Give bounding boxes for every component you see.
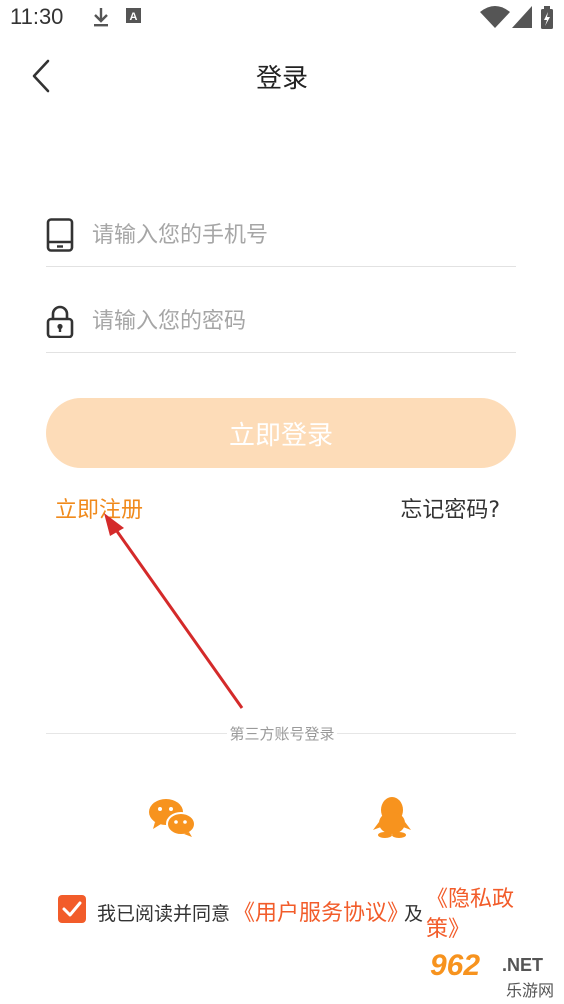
user-agreement-link[interactable]: 《用户服务协议》 <box>233 895 409 927</box>
agreement-and-text: 及 <box>404 903 424 925</box>
phone-input[interactable] <box>90 214 514 256</box>
watermark-logo: 962 .NET 乐游网 <box>426 949 560 1000</box>
password-input[interactable] <box>90 300 514 342</box>
download-icon <box>94 8 108 27</box>
watermark-net: .NET <box>502 955 544 975</box>
keyboard-a-icon: A <box>126 8 141 23</box>
login-button[interactable]: 立即登录 <box>46 398 516 468</box>
third-party-label: 第三方账号登录 <box>0 723 564 744</box>
privacy-policy-link[interactable]: 《隐私政 <box>426 881 514 913</box>
lock-icon <box>46 305 74 338</box>
watermark-site: 乐游网 <box>506 981 555 1000</box>
agreement-text: 我已阅读并同意 <box>97 903 231 925</box>
checkmark-icon <box>62 901 82 917</box>
phone-icon <box>46 218 74 252</box>
password-field <box>46 292 516 353</box>
qq-icon[interactable] <box>372 796 412 838</box>
phone-field <box>46 206 516 267</box>
status-time: 11:30 <box>10 4 64 29</box>
agreement-checkbox[interactable] <box>58 895 86 923</box>
signal-icon <box>512 6 532 28</box>
wifi-icon <box>480 6 510 28</box>
svg-text:A: A <box>130 11 138 23</box>
wechat-icon[interactable] <box>148 798 196 838</box>
register-link[interactable]: 立即注册 <box>55 492 143 524</box>
privacy-policy-link-cont[interactable]: 策》 <box>426 911 470 943</box>
watermark-number: 962 <box>430 949 481 982</box>
page-title: 登录 <box>255 64 308 94</box>
forgot-password-link[interactable]: 忘记密码? <box>400 492 500 524</box>
battery-icon <box>541 6 553 29</box>
third-party-label-text: 第三方账号登录 <box>227 725 337 743</box>
